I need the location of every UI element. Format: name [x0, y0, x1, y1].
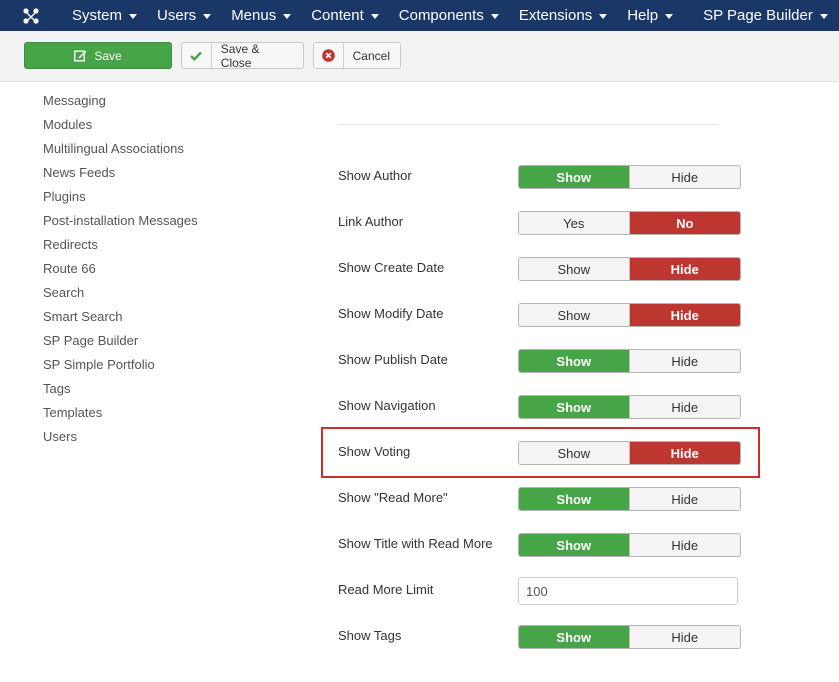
menu-sp-page-builder[interactable]: SP Page Builder: [693, 0, 838, 31]
show-title-read-more-toggle[interactable]: Show Hide: [518, 533, 741, 557]
link-author-label: Link Author: [338, 214, 404, 229]
checkmark-icon: [182, 43, 212, 68]
show-read-more-hide-option[interactable]: Hide: [629, 488, 740, 510]
show-voting-hide-option[interactable]: Hide: [629, 442, 740, 464]
caret-down-icon: [129, 14, 138, 19]
show-tags-toggle[interactable]: Show Hide: [518, 625, 741, 649]
sidebar-item-redirects[interactable]: Redirects: [43, 233, 98, 257]
cancel-button[interactable]: Cancel: [313, 42, 401, 69]
show-modify-date-hide-option[interactable]: Hide: [629, 304, 740, 326]
show-publish-date-label: Show Publish Date: [338, 352, 448, 367]
show-create-date-toggle[interactable]: Show Hide: [518, 257, 741, 281]
show-modify-date-toggle[interactable]: Show Hide: [518, 303, 741, 327]
link-author-toggle[interactable]: Yes No: [518, 211, 741, 235]
sidebar-item-templates[interactable]: Templates: [43, 401, 102, 425]
show-author-show-option[interactable]: Show: [519, 166, 630, 188]
show-navigation-label: Show Navigation: [338, 398, 436, 413]
menu-components[interactable]: Components: [389, 0, 509, 31]
read-more-limit-label: Read More Limit: [338, 582, 434, 597]
show-title-read-more-label: Show Title with Read More: [338, 536, 493, 551]
sidebar-item-search[interactable]: Search: [43, 281, 84, 305]
menu-content[interactable]: Content: [301, 0, 389, 31]
save-close-button[interactable]: Save & Close: [181, 41, 304, 70]
sidebar-item-tags[interactable]: Tags: [43, 377, 70, 401]
menu-help-label: Help: [627, 7, 659, 24]
show-title-read-more-show-option[interactable]: Show: [519, 534, 630, 556]
show-author-label: Show Author: [338, 168, 412, 183]
show-navigation-show-option[interactable]: Show: [519, 396, 630, 418]
sidebar-item-messaging[interactable]: Messaging: [43, 89, 106, 113]
show-read-more-label: Show "Read More": [338, 490, 448, 505]
sidebar-item-plugins[interactable]: Plugins: [43, 185, 86, 209]
show-navigation-hide-option[interactable]: Hide: [629, 396, 740, 418]
save-button-label: Save: [94, 48, 122, 63]
caret-down-icon: [370, 14, 379, 19]
edit-icon: [74, 50, 87, 62]
caret-down-icon: [490, 14, 499, 19]
link-author-no-option[interactable]: No: [629, 212, 740, 234]
caret-down-icon: [599, 14, 608, 19]
show-publish-date-toggle[interactable]: Show Hide: [518, 349, 741, 373]
show-create-date-hide-option[interactable]: Hide: [629, 258, 740, 280]
save-close-button-label: Save & Close: [220, 41, 260, 70]
show-author-toggle[interactable]: Show Hide: [518, 165, 741, 189]
menu-menus-label: Menus: [231, 7, 277, 24]
show-modify-date-label: Show Modify Date: [338, 306, 444, 321]
link-author-yes-option[interactable]: Yes: [519, 212, 630, 234]
read-more-limit-input[interactable]: [518, 577, 738, 605]
show-voting-toggle[interactable]: Show Hide: [518, 441, 741, 465]
sidebar-item-smart-search[interactable]: Smart Search: [43, 305, 122, 329]
sidebar-item-route-66[interactable]: Route 66: [43, 257, 96, 281]
show-read-more-toggle[interactable]: Show Hide: [518, 487, 741, 511]
save-button[interactable]: Save: [24, 42, 172, 69]
menu-help[interactable]: Help: [617, 0, 683, 31]
sidebar-item-news-feeds[interactable]: News Feeds: [43, 161, 115, 185]
menu-content-label: Content: [311, 7, 364, 24]
section-divider: [338, 124, 718, 125]
menu-extensions[interactable]: Extensions: [509, 0, 617, 31]
sidebar-item-multilingual-associations[interactable]: Multilingual Associations: [43, 137, 184, 161]
cancel-button-label: Cancel: [352, 48, 390, 63]
menu-components-label: Components: [398, 7, 484, 24]
top-navbar: System Users Menus Content Components Ex…: [0, 0, 839, 31]
show-publish-date-show-option[interactable]: Show: [519, 350, 630, 372]
menu-extensions-label: Extensions: [518, 7, 593, 24]
show-voting-label: Show Voting: [338, 444, 411, 459]
show-create-date-label: Show Create Date: [338, 260, 445, 275]
show-publish-date-hide-option[interactable]: Hide: [629, 350, 740, 372]
caret-down-icon: [203, 14, 212, 19]
show-title-read-more-hide-option[interactable]: Hide: [629, 534, 740, 556]
show-tags-label: Show Tags: [338, 628, 402, 643]
show-tags-hide-option[interactable]: Hide: [629, 626, 740, 648]
show-navigation-toggle[interactable]: Show Hide: [518, 395, 741, 419]
show-author-hide-option[interactable]: Hide: [629, 166, 740, 188]
menu-system-label: System: [72, 7, 123, 24]
cancel-circle-icon: [314, 43, 344, 68]
show-tags-show-option[interactable]: Show: [519, 626, 630, 648]
menu-menus[interactable]: Menus: [221, 0, 301, 31]
show-create-date-show-option[interactable]: Show: [519, 258, 630, 280]
show-read-more-show-option[interactable]: Show: [519, 488, 630, 510]
caret-down-icon: [283, 14, 292, 19]
sidebar-item-sp-page-builder[interactable]: SP Page Builder: [43, 329, 138, 353]
caret-down-icon: [665, 14, 674, 19]
sidebar-item-sp-simple-portfolio[interactable]: SP Simple Portfolio: [43, 353, 155, 377]
toolbar: Save Save & Close Cancel: [0, 31, 839, 82]
sidebar-item-post-installation-messages[interactable]: Post-installation Messages: [43, 209, 198, 233]
show-voting-show-option[interactable]: Show: [519, 442, 630, 464]
sidebar-item-users[interactable]: Users: [43, 425, 77, 449]
joomla-logo-icon[interactable]: [0, 0, 62, 31]
menu-system[interactable]: System: [62, 0, 147, 31]
caret-down-icon: [819, 14, 828, 19]
menu-users-label: Users: [157, 7, 197, 24]
sidebar-item-modules[interactable]: Modules: [43, 113, 92, 137]
show-modify-date-show-option[interactable]: Show: [519, 304, 630, 326]
menu-sp-page-builder-label: SP Page Builder: [703, 7, 813, 24]
menu-users[interactable]: Users: [147, 0, 221, 31]
